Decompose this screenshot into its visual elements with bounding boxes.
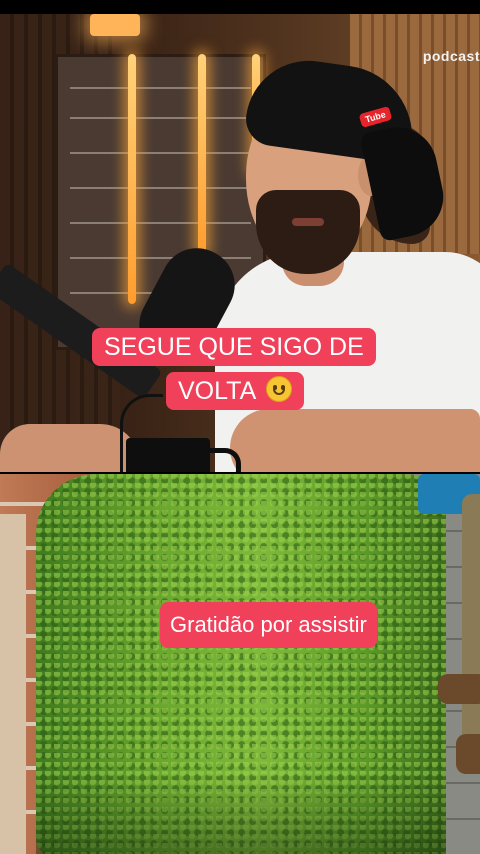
caption-line-1: SEGUE QUE SIGO DE xyxy=(92,328,376,366)
hedge-video-panel[interactable] xyxy=(0,474,480,854)
hedge-shadow xyxy=(36,774,446,854)
neon-light xyxy=(128,54,136,304)
caption-bottom-text: Gratidão por assistir xyxy=(170,612,367,637)
boot xyxy=(438,674,480,704)
caption-bottom: Gratidão por assistir xyxy=(160,602,377,648)
mouth xyxy=(292,218,324,226)
hands xyxy=(0,424,140,472)
channel-watermark: podcast xyxy=(422,48,480,64)
caption-line-2-text: VOLTA xyxy=(178,377,255,405)
smiling-face-icon xyxy=(265,376,292,402)
ceiling-light xyxy=(90,14,140,36)
arm xyxy=(230,409,480,472)
mug-handle xyxy=(206,448,241,472)
gardener-leg xyxy=(462,494,480,754)
top-black-bar xyxy=(0,0,480,14)
mug xyxy=(126,438,210,472)
caption-line-1-text: SEGUE QUE SIGO DE xyxy=(104,333,364,361)
neon-light xyxy=(198,54,206,254)
caption-line-2: VOLTA xyxy=(166,372,304,410)
boot xyxy=(456,734,480,774)
stone-pillar xyxy=(0,514,26,854)
